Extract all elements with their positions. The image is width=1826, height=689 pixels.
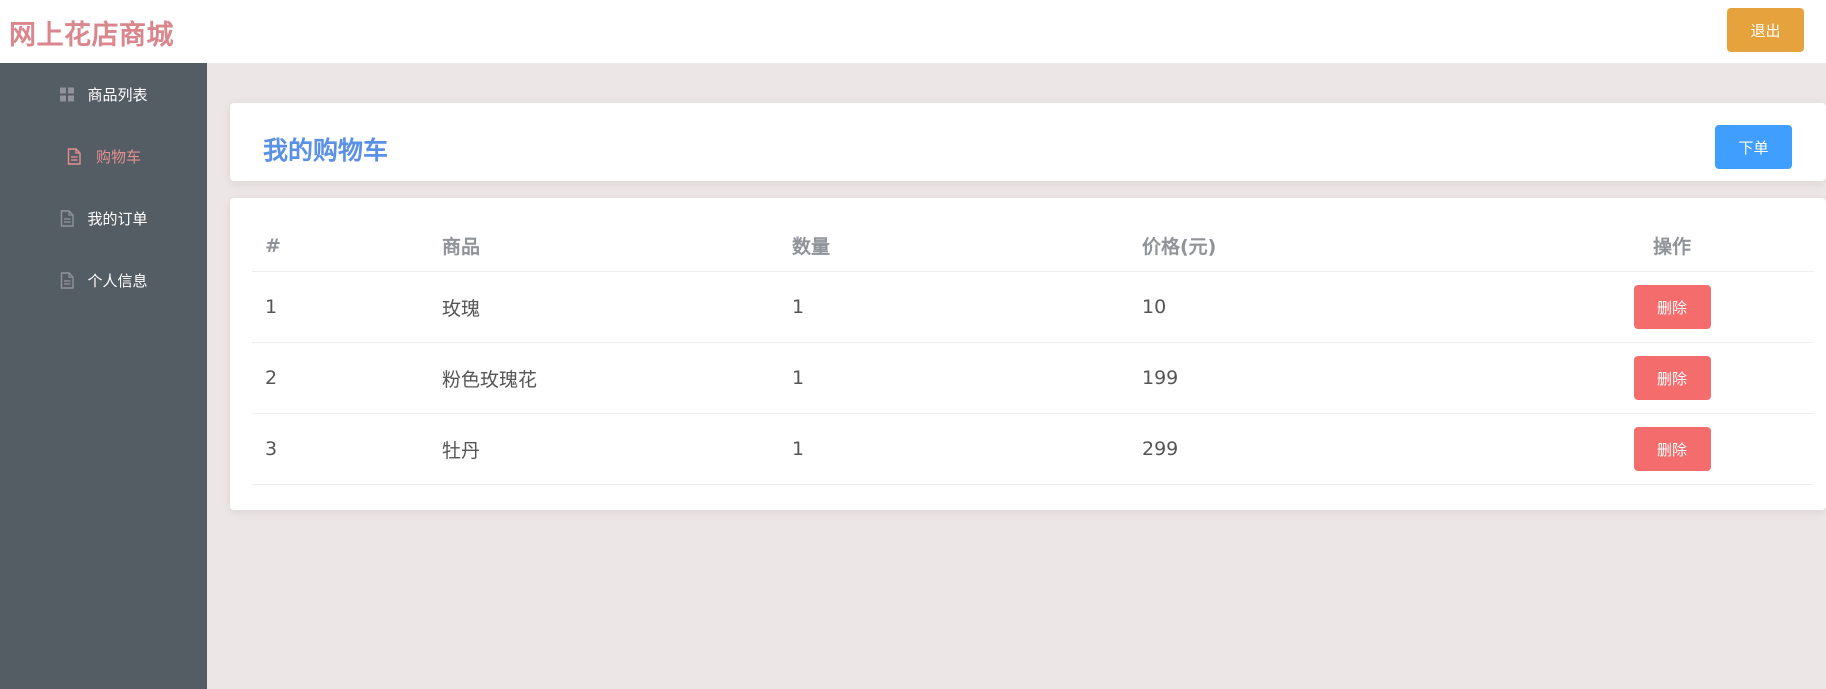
row-action: 删除 xyxy=(1592,414,1752,484)
column-header-action: 操作 xyxy=(1652,236,1691,258)
sidebar: 商品列表 购物车 我的订单 个人信息 xyxy=(0,63,207,689)
page-title: 我的购物车 xyxy=(263,136,389,165)
row-quantity: 1 xyxy=(792,367,805,389)
column-header-index: # xyxy=(265,234,281,257)
row-price: 10 xyxy=(1142,296,1167,318)
table-row: 3 牡丹 1 299 删除 xyxy=(252,414,1814,485)
row-price: 299 xyxy=(1142,438,1179,460)
row-index: 3 xyxy=(265,438,278,460)
delete-button[interactable]: 删除 xyxy=(1633,356,1711,400)
sidebar-item-product-list[interactable]: 商品列表 xyxy=(0,63,207,125)
column-header-quantity: 数量 xyxy=(792,236,831,258)
row-quantity: 1 xyxy=(792,438,805,460)
document-icon xyxy=(59,209,75,227)
row-index: 2 xyxy=(265,367,278,389)
column-header-price: 价格(元) xyxy=(1142,236,1217,258)
row-action: 删除 xyxy=(1592,272,1752,342)
row-price: 199 xyxy=(1142,367,1179,389)
document-icon xyxy=(66,147,82,165)
column-header-product: 商品 xyxy=(442,236,481,258)
site-logo: 网上花店商城 xyxy=(9,20,174,51)
document-icon xyxy=(59,271,75,289)
sidebar-item-label: 商品列表 xyxy=(87,85,148,104)
cart-header-card: 我的购物车 下单 xyxy=(230,103,1826,181)
row-action: 删除 xyxy=(1592,343,1752,413)
delete-button[interactable]: 删除 xyxy=(1633,427,1711,471)
sidebar-item-cart[interactable]: 购物车 xyxy=(0,125,207,187)
logout-button[interactable]: 退出 xyxy=(1727,8,1804,52)
top-header: 网上花店商城 退出 xyxy=(0,0,1826,63)
grid-icon xyxy=(59,86,75,103)
cart-table: # 商品 数量 价格(元) 操作 1 玫瑰 1 10 删除 2 粉色玫瑰花 1 … xyxy=(252,220,1814,485)
table-row: 2 粉色玫瑰花 1 199 删除 xyxy=(252,343,1814,414)
place-order-button[interactable]: 下单 xyxy=(1715,125,1792,169)
delete-button[interactable]: 删除 xyxy=(1633,285,1711,329)
row-quantity: 1 xyxy=(792,296,805,318)
row-product: 牡丹 xyxy=(442,439,481,462)
sidebar-item-label: 我的订单 xyxy=(87,209,148,228)
sidebar-item-my-orders[interactable]: 我的订单 xyxy=(0,187,207,249)
cart-table-card: # 商品 数量 价格(元) 操作 1 玫瑰 1 10 删除 2 粉色玫瑰花 1 … xyxy=(230,198,1826,510)
table-row: 1 玫瑰 1 10 删除 xyxy=(252,272,1814,343)
row-product: 粉色玫瑰花 xyxy=(442,368,538,391)
sidebar-item-profile[interactable]: 个人信息 xyxy=(0,249,207,311)
table-header-row: # 商品 数量 价格(元) 操作 xyxy=(252,220,1814,272)
row-index: 1 xyxy=(265,296,278,318)
row-product: 玫瑰 xyxy=(442,297,481,320)
sidebar-item-label: 个人信息 xyxy=(87,271,148,290)
sidebar-item-label: 购物车 xyxy=(95,147,141,166)
